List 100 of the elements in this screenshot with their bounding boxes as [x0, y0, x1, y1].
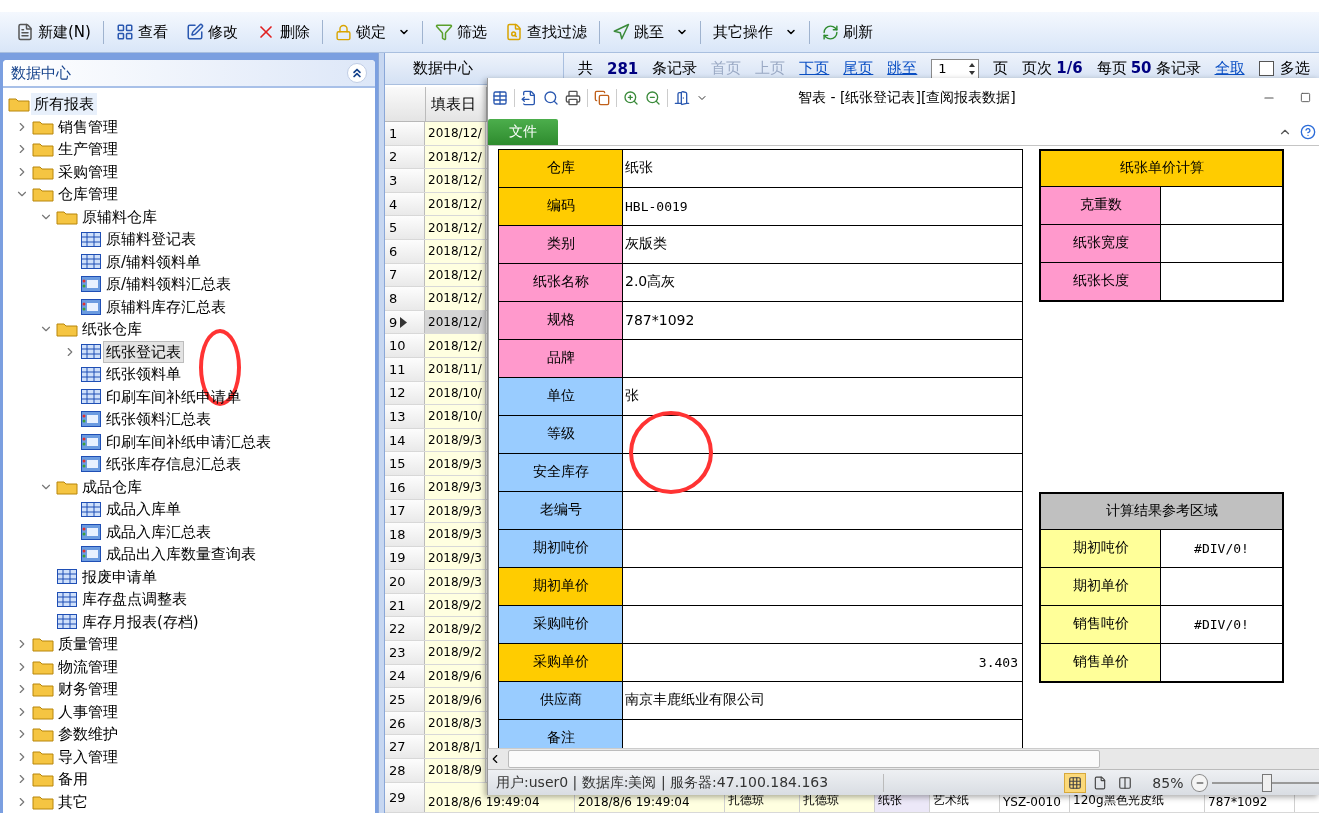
tree-item[interactable]: 成品入库单	[103, 498, 184, 521]
tree-item[interactable]: 报废申请单	[79, 565, 160, 588]
tree-item[interactable]: 纸张领料汇总表	[103, 408, 214, 431]
search-icon[interactable]	[543, 89, 559, 106]
folder-icon	[56, 208, 78, 225]
tree-item[interactable]: 仓库管理	[55, 183, 121, 206]
table-icon	[57, 569, 77, 585]
field-value[interactable]: #DIV/0!	[1161, 605, 1282, 643]
table-icon	[81, 344, 101, 360]
field-value[interactable]: 787*1092	[623, 301, 1023, 339]
field-label: 类别	[499, 225, 623, 263]
tree-item[interactable]: 导入管理	[55, 745, 121, 768]
scrollbar-thumb[interactable]	[508, 750, 1100, 769]
tree-item[interactable]: 物流管理	[55, 655, 121, 678]
field-value[interactable]: 3.403	[623, 643, 1023, 681]
toolbar-button[interactable]: 修改	[183, 20, 240, 44]
field-value[interactable]: 张	[623, 377, 1023, 415]
tree-item[interactable]: 其它	[55, 790, 91, 813]
toolbar-button[interactable]: 新建(N)	[14, 20, 93, 44]
field-value[interactable]: #DIV/0!	[1161, 529, 1282, 567]
zoom-out-button[interactable]	[1191, 773, 1208, 792]
folder-icon	[32, 636, 54, 653]
pager-text: 共	[578, 59, 593, 78]
tree-item[interactable]: 纸张库存信息汇总表	[103, 453, 244, 476]
table-cell: 2018/11/	[425, 357, 486, 381]
pager-link[interactable]: 下页	[799, 59, 830, 78]
table-cell: 2018/9/3	[425, 475, 486, 499]
tree-item[interactable]: 原辅料登记表	[103, 228, 199, 251]
tree-item[interactable]: 纸张登记表	[103, 340, 184, 363]
toolbar-button[interactable]: 查看	[113, 20, 170, 44]
tree-item[interactable]: 人事管理	[55, 700, 121, 723]
zoom-in-icon[interactable]	[623, 89, 639, 106]
tree-item[interactable]: 印刷车间补纸申请汇总表	[103, 430, 274, 453]
toolbar-button[interactable]: 跳至	[609, 20, 690, 44]
tree-item[interactable]: 原/辅料领料单	[103, 250, 205, 273]
refresh-icon	[821, 23, 839, 41]
field-value[interactable]: 2.0高灰	[623, 263, 1023, 301]
tree-item[interactable]: 原辅料仓库	[79, 205, 160, 228]
copy-icon[interactable]	[594, 89, 610, 106]
tree-item[interactable]: 原/辅料领料汇总表	[103, 273, 235, 296]
collapse-button[interactable]	[347, 63, 367, 83]
maximize-icon[interactable]	[1299, 92, 1311, 104]
field-value[interactable]: 灰版类	[623, 225, 1023, 263]
row-number: 2	[389, 149, 398, 165]
table-icon	[57, 614, 77, 630]
export-icon[interactable]	[521, 89, 537, 106]
checkbox[interactable]	[1258, 61, 1274, 76]
tree-item[interactable]: 纸张领料单	[103, 363, 184, 386]
table-icon	[81, 231, 101, 247]
tree-item[interactable]: 参数维护	[55, 723, 121, 746]
tree-item[interactable]: 备用	[55, 768, 91, 791]
page-field[interactable]: 1	[931, 58, 980, 79]
tree-item[interactable]: 质量管理	[55, 633, 121, 656]
toolbar-button[interactable]: 锁定	[332, 20, 412, 44]
folder-icon	[32, 118, 54, 135]
file-tab[interactable]: 文件	[488, 118, 558, 145]
field-value[interactable]: HBL-0019	[623, 187, 1023, 225]
field-value[interactable]: 南京丰鹿纸业有限公司	[623, 681, 1023, 719]
tree-item[interactable]: 财务管理	[55, 678, 121, 701]
printer-icon[interactable]	[565, 89, 581, 106]
tree-item[interactable]: 销售管理	[55, 115, 121, 138]
tree-item[interactable]: 所有报表	[31, 93, 97, 116]
tree-item[interactable]: 库存月报表(存档)	[79, 610, 202, 633]
tree-item[interactable]: 纸张仓库	[79, 318, 145, 341]
help-icon[interactable]	[1300, 123, 1316, 140]
toolbar-button[interactable]: 其它操作	[710, 20, 799, 44]
field-label: 仓库	[499, 149, 623, 187]
row-number: 13	[389, 408, 406, 424]
toolbar-button[interactable]: 删除	[253, 20, 312, 44]
table-icon	[81, 389, 101, 405]
table-icon[interactable]	[492, 89, 508, 106]
toolbar-button[interactable]: 筛选	[432, 20, 489, 44]
edit-icon	[185, 23, 204, 41]
tree-item[interactable]: 生产管理	[55, 138, 121, 161]
column-header[interactable]: 填表日	[426, 87, 487, 121]
toolbar-button[interactable]: 查找过滤	[502, 20, 589, 44]
status-text: 用户:user0 | 数据库:美阅 | 服务器:47.100.184.163	[488, 773, 885, 792]
field-value[interactable]: 纸张	[623, 149, 1023, 187]
row-number: 29	[389, 789, 406, 805]
pager-link[interactable]: 跳至	[887, 59, 918, 78]
select-all-link[interactable]: 全取	[1214, 59, 1245, 78]
tree-item[interactable]: 成品入库汇总表	[103, 520, 214, 543]
toolbar-button[interactable]: 刷新	[819, 20, 875, 44]
tree-item[interactable]: 成品仓库	[79, 475, 145, 498]
zoom-out-icon[interactable]	[645, 89, 661, 106]
tree-item[interactable]: 采购管理	[55, 160, 121, 183]
row-number: 4	[389, 196, 398, 212]
tree-item[interactable]: 原辅料库存汇总表	[103, 295, 229, 318]
tree-item[interactable]: 库存盘点调整表	[79, 588, 190, 611]
folder-icon	[32, 163, 54, 180]
table-cell: 2018/12/	[425, 263, 486, 287]
table-cell: 2018/8/1	[425, 735, 486, 759]
zoom-slider-thumb[interactable]	[1261, 773, 1272, 792]
pager-link[interactable]: 尾页	[843, 59, 874, 78]
field-label: 期初吨价	[1041, 529, 1161, 567]
view-button[interactable]	[1064, 772, 1087, 793]
folder-icon	[32, 141, 54, 158]
tree-item[interactable]: 成品出入库数量查询表	[103, 543, 259, 566]
row-number: 18	[389, 526, 406, 542]
door-icon[interactable]	[674, 89, 690, 106]
